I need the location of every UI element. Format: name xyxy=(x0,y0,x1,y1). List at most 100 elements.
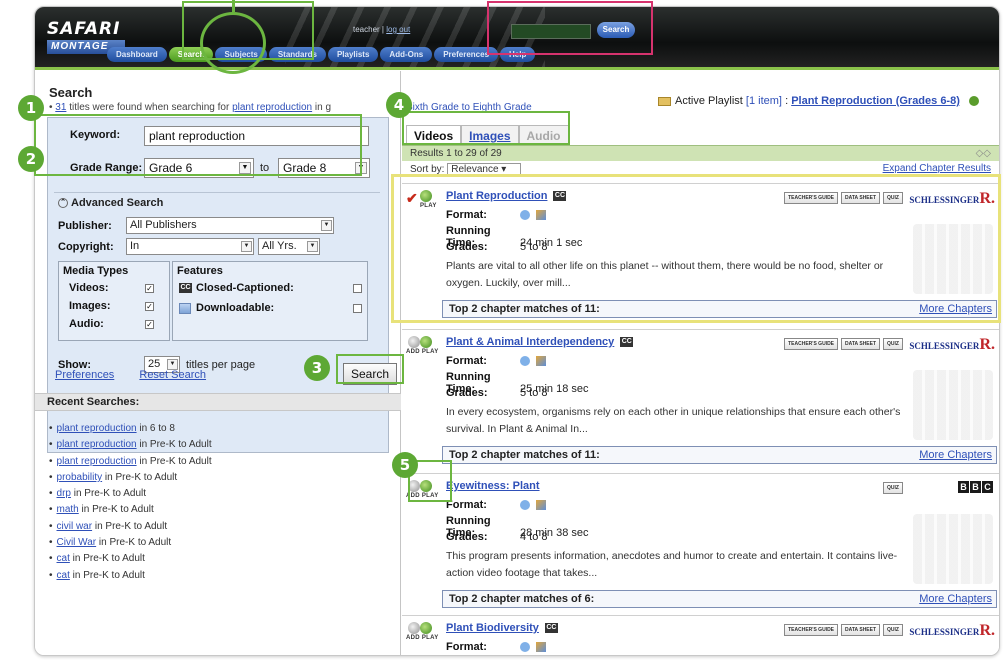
publisher-select[interactable]: All Publishers ▼ xyxy=(126,217,334,234)
closed-caption-icon: CC xyxy=(620,337,634,348)
copyright-years-select[interactable]: All Yrs. ▼ xyxy=(258,238,320,255)
chevron-down-icon: ▼ xyxy=(241,241,252,252)
format-quicktime-icon[interactable] xyxy=(520,356,530,367)
recent-search-range: in Pre-K to Adult xyxy=(98,537,172,549)
recent-search-range: in Pre-K to Adult xyxy=(73,488,147,500)
user-area: teacher | log out xyxy=(353,25,410,34)
go-arrow-icon[interactable] xyxy=(968,96,979,107)
list-item: drp in Pre-K to Adult xyxy=(49,486,212,502)
recent-search-link[interactable]: civil war xyxy=(57,521,93,532)
recent-search-link[interactable]: math xyxy=(57,504,79,515)
recent-search-range: in Pre-K to Adult xyxy=(139,439,212,451)
chapter-matches-text: Top 2 chapter matches of 11: xyxy=(449,449,600,461)
result-title-link[interactable]: Plant & Animal Interdependency xyxy=(446,336,614,348)
format-media-icon[interactable] xyxy=(536,642,546,653)
media-audio-checkbox[interactable]: ✓ xyxy=(145,320,154,329)
more-chapters-link[interactable]: More Chapters xyxy=(919,591,992,607)
media-images-checkbox[interactable]: ✓ xyxy=(145,302,154,311)
add-to-playlist-icon[interactable] xyxy=(408,622,420,634)
expand-chapter-results-link[interactable]: Expand Chapter Results xyxy=(883,163,991,174)
play-icon[interactable] xyxy=(420,336,432,348)
grades-row: Grades: 5 to 8 xyxy=(446,387,548,399)
add-to-playlist-icon[interactable] xyxy=(408,336,420,348)
more-chapters-link[interactable]: More Chapters xyxy=(919,447,992,463)
recent-search-link[interactable]: plant reproduction xyxy=(57,423,137,434)
results-bar: Results 1 to 29 of 29 ◇◇ xyxy=(402,145,999,161)
copyright-value: In xyxy=(130,240,140,252)
teachers-guide-icon[interactable]: TEACHER'S GUIDE xyxy=(784,624,839,636)
playlist-name-link[interactable]: Plant Reproduction (Grades 6-8) xyxy=(791,95,960,107)
advanced-search-title: Advanced Search xyxy=(71,197,164,209)
media-videos-label: Videos: xyxy=(69,282,109,294)
recent-search-link[interactable]: Civil War xyxy=(57,537,97,548)
result-title-link[interactable]: Plant Biodiversity xyxy=(446,622,539,634)
quiz-icon[interactable]: QUIZ xyxy=(883,482,903,494)
recent-search-link[interactable]: cat xyxy=(57,570,70,581)
nav-tab-playlists[interactable]: Playlists xyxy=(327,47,379,62)
recent-search-link[interactable]: drp xyxy=(57,488,71,499)
format-quicktime-icon[interactable] xyxy=(520,642,530,653)
recent-search-range: in Pre-K to Adult xyxy=(104,471,178,483)
playlist-separator: : xyxy=(785,95,789,107)
recent-search-link[interactable]: cat xyxy=(57,553,70,564)
pager-arrows-icon[interactable]: ◇◇ xyxy=(976,146,991,161)
media-types-box: Media Types Videos: ✓ Images: ✓ Audio: ✓ xyxy=(58,261,170,341)
summary-query-link[interactable]: plant reproduction xyxy=(232,102,312,113)
feature-dl-checkbox[interactable] xyxy=(353,304,362,313)
callout-line xyxy=(232,0,235,12)
play-icon[interactable] xyxy=(420,622,432,634)
list-item: plant reproduction in Pre-K to Adult xyxy=(49,437,212,453)
nav-tab-dashboard[interactable]: Dashboard xyxy=(107,47,167,62)
resource-badges: QUIZ xyxy=(883,482,903,494)
page-title: Search xyxy=(49,85,93,100)
first-result-highlight xyxy=(391,174,1001,323)
result-title-row: Eyewitness: Plant xyxy=(446,480,540,492)
recent-search-link[interactable]: plant reproduction xyxy=(57,456,137,467)
format-label: Format: xyxy=(446,355,487,367)
media-videos-checkbox[interactable]: ✓ xyxy=(145,284,154,293)
publisher-logo: SCHLESSINGERR. xyxy=(909,336,995,354)
copyright-label: Copyright: xyxy=(58,241,114,253)
data-sheet-icon[interactable]: DATA SHEET xyxy=(841,624,881,636)
feature-dl-label: Downloadable: xyxy=(196,302,275,314)
feature-cc-row: CC Closed-Captioned: xyxy=(179,282,294,294)
feature-cc-checkbox[interactable] xyxy=(353,284,362,293)
result-item: ADD PLAY Plant & Animal Interdependency C… xyxy=(402,329,999,471)
active-playlist-label: Active Playlist xyxy=(675,95,743,107)
collapse-icon: ⌃ xyxy=(58,198,68,209)
teachers-guide-icon[interactable]: TEACHER'S GUIDE xyxy=(784,338,839,350)
feature-cc-label: Closed-Captioned: xyxy=(196,282,294,294)
logout-link[interactable]: log out xyxy=(386,25,410,34)
recent-searches-heading: Recent Searches: xyxy=(35,393,401,411)
publisher-logo-r: R. xyxy=(979,336,995,353)
format-media-icon[interactable] xyxy=(536,356,546,367)
list-item: probability in Pre-K to Adult xyxy=(49,470,212,486)
advanced-search-toggle[interactable]: ⌃ Advanced Search xyxy=(58,197,163,209)
data-sheet-icon[interactable]: DATA SHEET xyxy=(841,338,881,350)
bbc-letter: B xyxy=(970,481,981,493)
recent-search-link[interactable]: probability xyxy=(57,472,103,483)
results-count: Results 1 to 29 of 29 xyxy=(410,148,502,159)
reset-search-link[interactable]: Reset Search xyxy=(139,369,206,381)
film-thumbnail xyxy=(913,370,993,440)
format-quicktime-icon[interactable] xyxy=(520,500,530,511)
recent-search-range: in Pre-K to Adult xyxy=(81,504,154,516)
quiz-icon[interactable]: QUIZ xyxy=(883,624,903,636)
quiz-icon[interactable]: QUIZ xyxy=(883,338,903,350)
list-item: civil war in Pre-K to Adult xyxy=(49,519,212,535)
nav-tab-addons[interactable]: Add-Ons xyxy=(380,47,433,62)
recent-search-range: in Pre-K to Adult xyxy=(94,520,168,532)
format-label: Format: xyxy=(446,641,487,653)
result-title-link[interactable]: Eyewitness: Plant xyxy=(446,480,540,492)
recent-search-link[interactable]: plant reproduction xyxy=(57,439,137,450)
copyright-select[interactable]: In ▼ xyxy=(126,238,254,255)
summary-count-link[interactable]: 31 xyxy=(55,102,66,113)
format-media-icon[interactable] xyxy=(536,500,546,511)
keyword-grade-highlight xyxy=(34,114,362,176)
preferences-link[interactable]: Preferences xyxy=(55,369,114,381)
list-item: plant reproduction in Pre-K to Adult xyxy=(49,454,212,470)
recent-search-range: in Pre-K to Adult xyxy=(72,569,145,581)
logo-top-text: SAFARI xyxy=(47,19,121,39)
bbc-logo: B B C xyxy=(958,481,993,493)
grades-row: Grades: 4 to 8 xyxy=(446,531,548,543)
